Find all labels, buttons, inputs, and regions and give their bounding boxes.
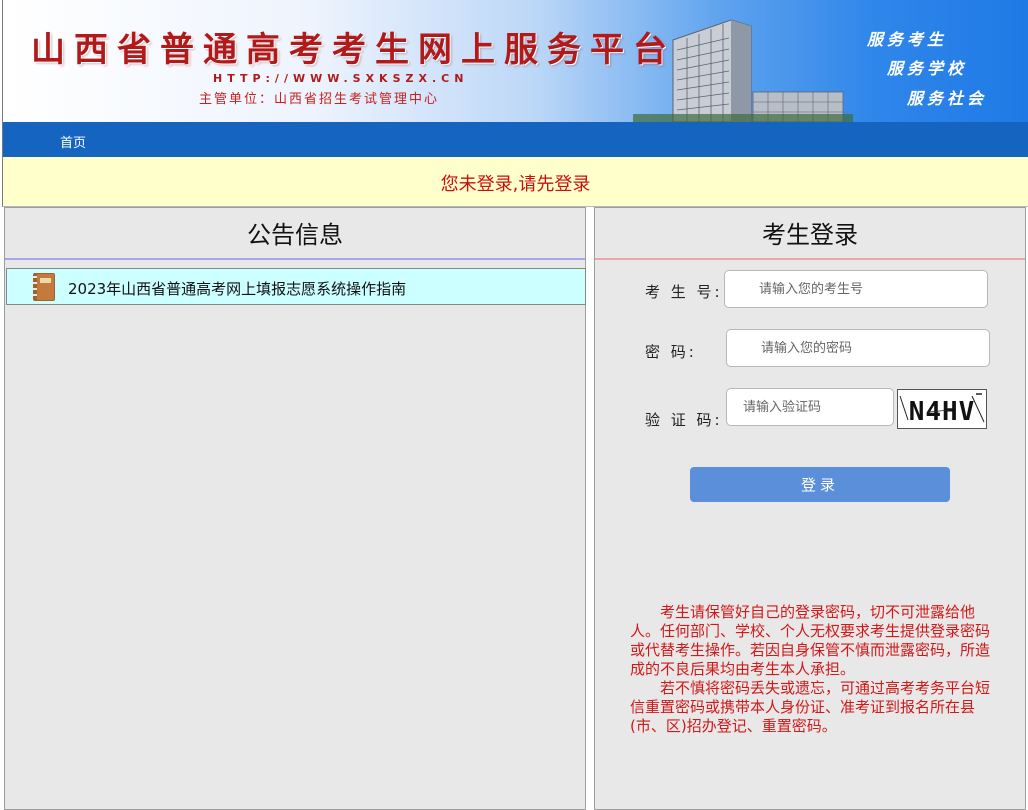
slogan-society: 服务社会 (907, 89, 988, 108)
announcements-title: 公告信息 (5, 208, 585, 260)
password-input[interactable] (726, 329, 990, 367)
site-owner: 主管单位：山西省招生考试管理中心 (199, 92, 440, 107)
announcement-item[interactable]: 2023年山西省普通高考网上填报志愿系统操作指南 (6, 268, 586, 305)
login-notice-strip: 您未登录,请先登录 (2, 157, 1028, 207)
password-warning: 考生请保管好自己的登录密码，切不可泄露给他人。任何部门、学校、个人无权要求考生提… (630, 603, 990, 736)
book-icon (33, 273, 55, 301)
login-button[interactable]: 登录 (690, 467, 950, 502)
exam-number-input[interactable] (724, 270, 988, 308)
captcha-input[interactable] (726, 388, 894, 426)
login-title: 考生登录 (595, 208, 1025, 260)
warning-paragraph-2: 若不慎将密码丢失或遗忘，可通过高考考务平台短信重置密码或携带本人身份证、准考证到… (630, 679, 991, 735)
exam-number-label: 考 生 号: (645, 283, 723, 301)
captcha-text: N4HV (909, 397, 976, 427)
captcha-noise: N4HV (899, 393, 985, 427)
captcha-label: 验 证 码: (645, 411, 723, 429)
login-panel: 考生登录 考 生 号: 密 码: 验 证 码: N4HV 登录 考生请保管好自己… (594, 207, 1026, 810)
captcha-image[interactable]: N4HV (897, 389, 987, 429)
warning-paragraph-1: 考生请保管好自己的登录密码，切不可泄露给他人。任何部门、学校、个人无权要求考生提… (630, 603, 991, 678)
site-url: HTTP://WWW.SXKSZX.CN (213, 72, 469, 85)
announcement-item-label: 2023年山西省普通高考网上填报志愿系统操作指南 (68, 280, 407, 298)
slogan-schools: 服务学校 (887, 59, 968, 78)
building-illustration (633, 19, 853, 122)
announcements-panel: 公告信息 2023年山西省普通高考网上填报志愿系统操作指南 (4, 207, 586, 810)
site-title: 山西省普通高考考生网上服务平台 (31, 30, 676, 70)
nav-bar: 首页 (2, 122, 1028, 157)
login-notice-text: 您未登录,请先登录 (440, 174, 591, 195)
header-banner: 山西省普通高考考生网上服务平台 HTTP://WWW.SXKSZX.CN 主管单… (2, 0, 1028, 122)
slogan-students: 服务考生 (867, 30, 948, 49)
nav-home-link[interactable]: 首页 (60, 132, 86, 151)
password-label: 密 码: (645, 343, 697, 361)
